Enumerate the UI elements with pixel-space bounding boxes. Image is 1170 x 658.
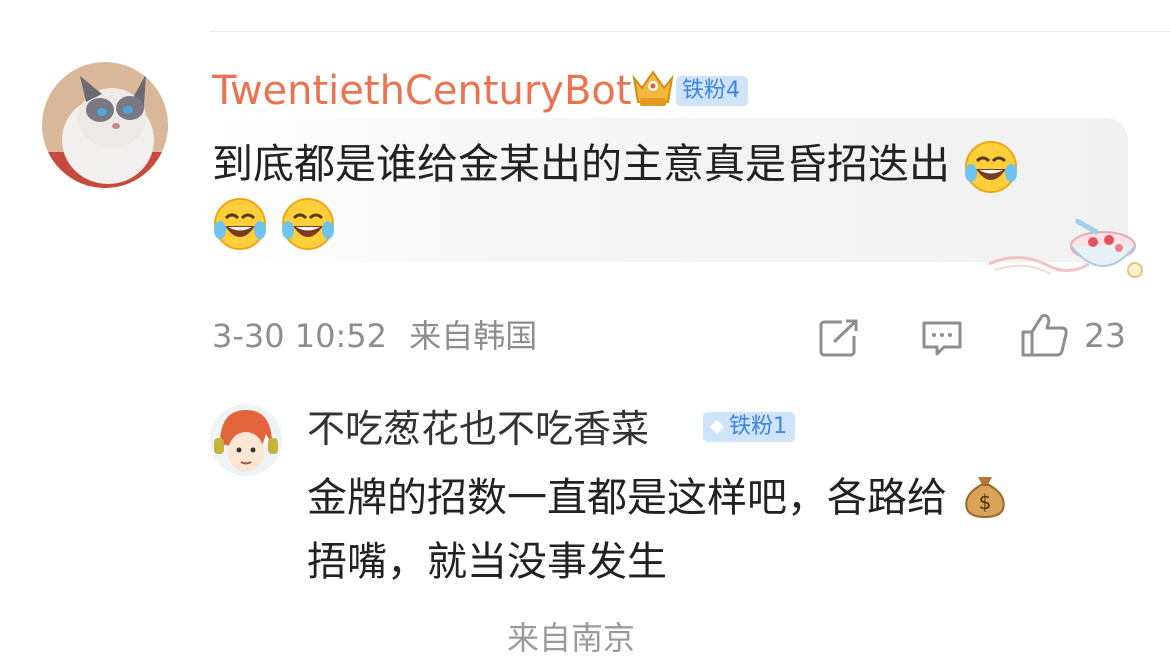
dessert-bowl-decoration-icon — [988, 218, 1143, 278]
svg-text:$: $ — [978, 490, 991, 514]
crown-fan-icon — [632, 70, 674, 106]
comment-location: 来自韩国 — [409, 317, 538, 355]
comment-timestamp: 3-30 10:52 — [212, 317, 388, 355]
reply-text-line1: 金牌的招数一直都是这样吧，各路给 — [307, 475, 947, 521]
user-avatar[interactable] — [42, 62, 168, 188]
comment-text: 到底都是谁给金某出的主意真是昏招迭出 — [212, 134, 1019, 195]
money-bag-emoji-icon: $ — [965, 477, 1005, 519]
reply-username[interactable]: 不吃葱花也不吃香菜 — [307, 404, 649, 454]
laughing-crying-emoji-icon — [965, 141, 1018, 193]
laughing-crying-emoji-icon — [214, 198, 266, 250]
comment-username[interactable]: TwentiethCenturyBot — [212, 66, 632, 116]
reply-text-line2: 捂嘴，就当没事发生 — [307, 539, 667, 585]
share-icon[interactable] — [818, 318, 862, 358]
laughing-crying-emoji-icon — [282, 198, 334, 250]
comment-text-content: 到底都是谁给金某出的主意真是昏招迭出 — [212, 140, 950, 188]
anime-avatar-image — [210, 404, 282, 476]
comment-meta: 3-30 10:52 来自韩国 — [212, 316, 537, 356]
like-thumb-icon[interactable] — [1020, 312, 1070, 358]
reply-fan-badge-label: 铁粉1 — [729, 414, 787, 439]
next-item-location: 来自南京 — [507, 619, 636, 657]
reply-fan-badge[interactable]: 铁粉1 — [703, 412, 795, 442]
diamond-icon — [710, 420, 724, 434]
fan-badge-label: 铁粉4 — [682, 78, 740, 103]
cat-avatar-image — [42, 62, 168, 188]
reply-user-avatar[interactable] — [210, 404, 282, 476]
top-divider — [210, 31, 1170, 32]
comment-emoji-line — [212, 196, 348, 252]
fan-badge[interactable]: 铁粉4 — [676, 76, 748, 106]
next-item-meta-partial: 来自南京 — [307, 618, 635, 658]
reply-text: 金牌的招数一直都是这样吧，各路给 $ 捂嘴，就当没事发生 — [307, 466, 1127, 594]
like-count: 23 — [1084, 316, 1126, 355]
comment-icon[interactable] — [920, 318, 964, 358]
